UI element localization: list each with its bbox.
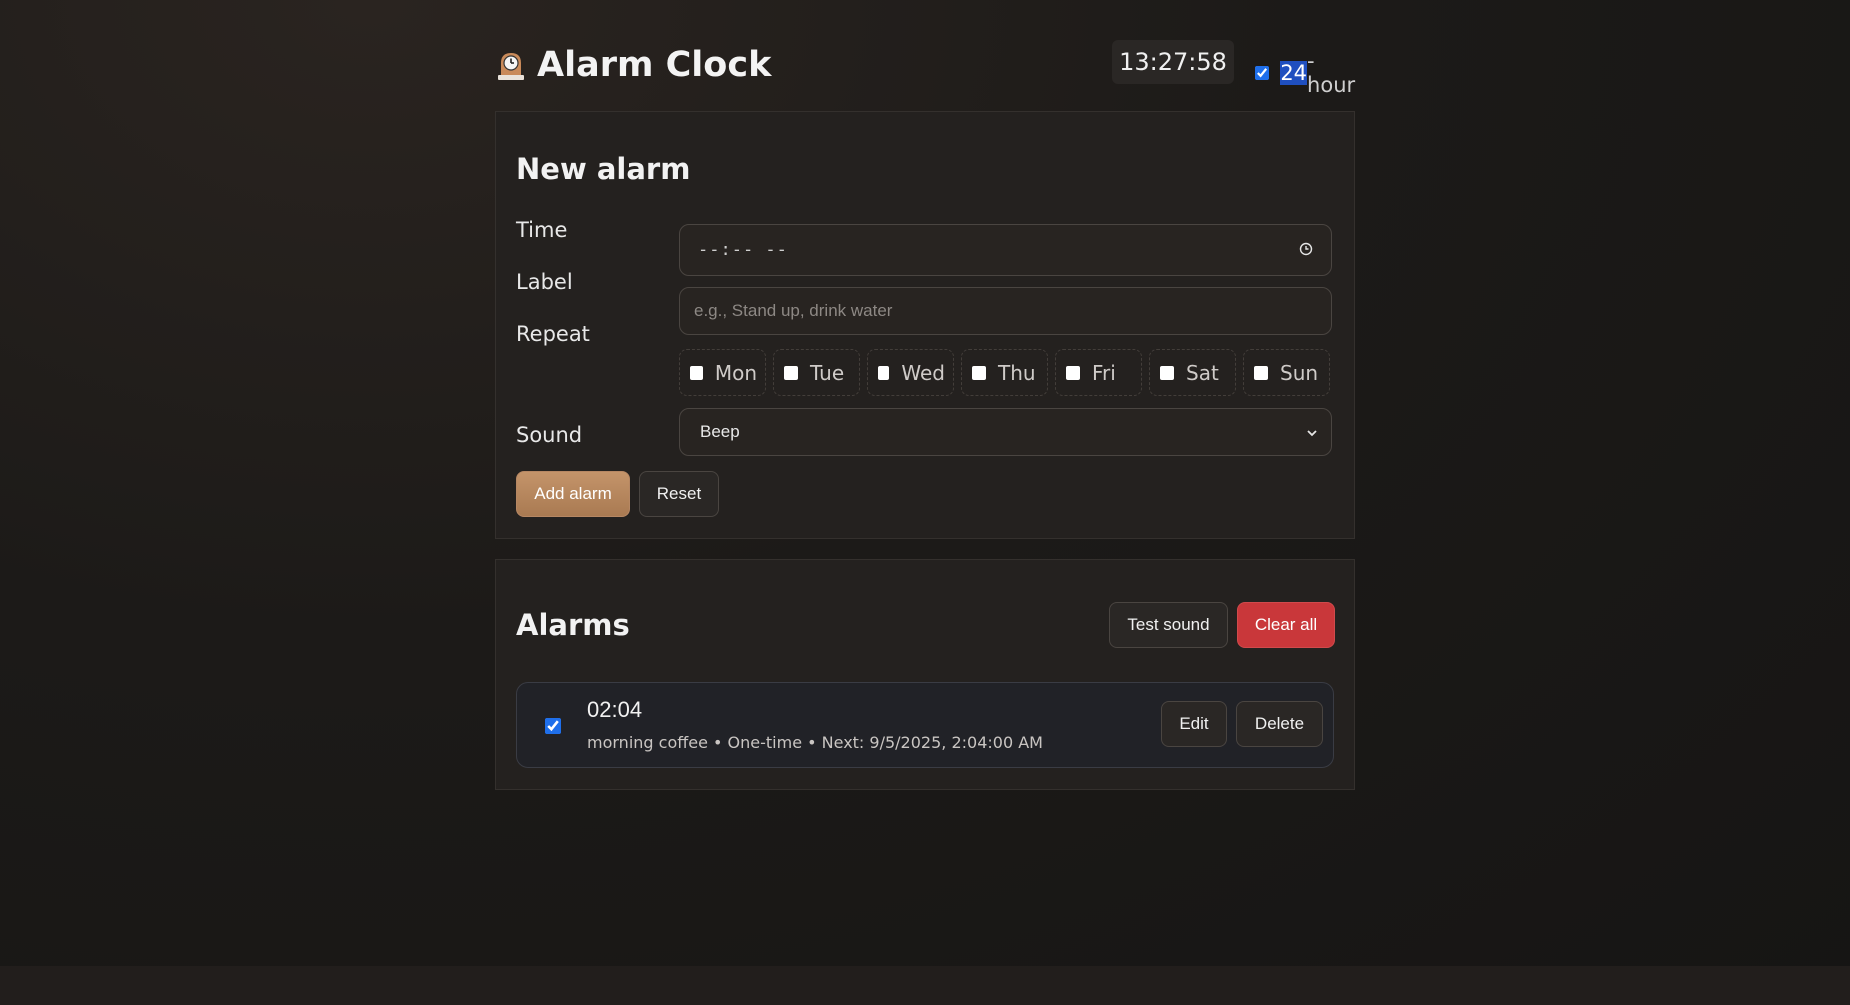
day-toggle-wed[interactable]: Wed [867,349,954,396]
add-alarm-button[interactable]: Add alarm [516,471,630,517]
day-label: Sun [1280,360,1319,385]
alarm-list-item: 02:04 morning coffee • One-time • Next: … [516,682,1334,768]
current-time-display: 13:27:58 [1112,40,1234,84]
edit-alarm-button[interactable]: Edit [1161,701,1227,747]
day-label: Fri [1092,360,1116,385]
label-input[interactable]: e.g., Stand up, drink water [679,287,1332,335]
time-label: Time [516,218,568,242]
sound-select[interactable]: Beep [679,408,1332,456]
label-label: Label [516,270,573,294]
day-toggle-sat[interactable]: Sat [1149,349,1236,396]
label-input-placeholder: e.g., Stand up, drink water [694,301,893,320]
clock-icon[interactable] [1299,241,1313,256]
24-hour-toggle[interactable]: 24 -hour [1255,49,1357,97]
delete-alarm-button[interactable]: Delete [1236,701,1323,747]
sound-label: Sound [516,423,583,447]
time-input[interactable]: --:-- -- [679,224,1332,276]
day-label: Mon [714,360,757,385]
day-checkbox[interactable] [1254,365,1268,380]
test-sound-button[interactable]: Test sound [1109,602,1228,648]
app-container: Alarm Clock 13:27:58 24 -hour New alarm T… [495,35,1355,790]
24-hour-label-highlight: 24 [1280,61,1308,85]
day-checkbox[interactable] [784,365,798,380]
day-checkbox[interactable] [972,365,986,380]
24-hour-label-rest: -hour [1307,49,1356,97]
repeat-label: Repeat [516,322,590,346]
day-checkbox[interactable] [878,365,890,380]
app-title: Alarm Clock [495,45,771,85]
alarm-details: morning coffee • One-time • Next: 9/5/20… [587,733,1043,752]
sound-select-value: Beep [700,422,740,441]
day-checkbox[interactable] [690,365,703,380]
bottom-bar [0,966,1850,1005]
day-label: Wed [901,360,945,385]
alarm-enabled-checkbox[interactable] [545,718,561,734]
24-hour-checkbox[interactable] [1255,65,1270,81]
day-toggle-thu[interactable]: Thu [961,349,1048,396]
day-checkbox[interactable] [1160,365,1174,380]
day-toggle-fri[interactable]: Fri [1055,349,1142,396]
day-checkbox[interactable] [1066,365,1080,380]
alarm-time: 02:04 [587,697,643,722]
alarms-heading: Alarms [516,608,630,642]
day-label: Tue [810,360,845,385]
mantel-clock-icon [495,49,527,81]
day-label: Sat [1186,360,1219,385]
day-label: Thu [998,360,1036,385]
app-header: Alarm Clock 13:27:58 24 -hour [495,35,1355,111]
clear-all-button[interactable]: Clear all [1237,602,1335,648]
day-toggle-mon[interactable]: Mon [679,349,766,396]
new-alarm-panel: New alarm Time --:-- -- Label e.g., Stan… [495,111,1355,539]
day-toggle-sun[interactable]: Sun [1243,349,1330,396]
alarms-panel: Alarms Test sound Clear all 02:04 mornin… [495,559,1355,790]
reset-button[interactable]: Reset [639,471,719,517]
new-alarm-heading: New alarm [516,152,691,186]
repeat-days: Mon Tue Wed Thu Fri Sat Sun [679,349,1330,396]
day-toggle-tue[interactable]: Tue [773,349,860,396]
chevron-down-icon [1305,425,1319,439]
time-input-value: --:-- -- [698,240,788,260]
page-title: Alarm Clock [537,45,772,85]
